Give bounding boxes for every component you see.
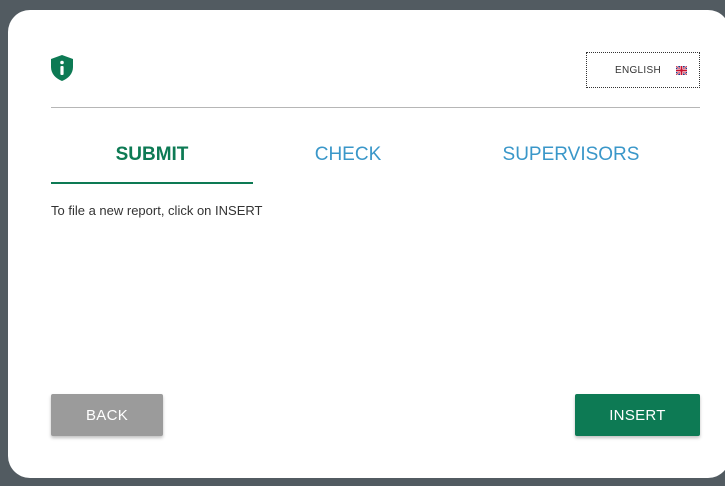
main-card: ENGLISH SUBMIT CHECK SUPERVISORS To file… bbox=[8, 10, 725, 478]
tab-supervisors[interactable]: SUPERVISORS bbox=[471, 140, 671, 182]
shield-info-icon bbox=[51, 55, 73, 81]
tab-submit[interactable]: SUBMIT bbox=[51, 140, 253, 184]
uk-flag-icon bbox=[676, 65, 687, 75]
language-selector[interactable]: ENGLISH bbox=[586, 52, 700, 88]
back-button[interactable]: BACK bbox=[51, 394, 163, 436]
language-label: ENGLISH bbox=[614, 64, 661, 76]
tab-bar: SUBMIT CHECK SUPERVISORS bbox=[51, 140, 700, 184]
tab-check[interactable]: CHECK bbox=[253, 140, 443, 182]
instruction-text: To file a new report, click on INSERT bbox=[51, 203, 263, 218]
insert-button[interactable]: INSERT bbox=[575, 394, 700, 436]
header: ENGLISH bbox=[51, 10, 700, 108]
